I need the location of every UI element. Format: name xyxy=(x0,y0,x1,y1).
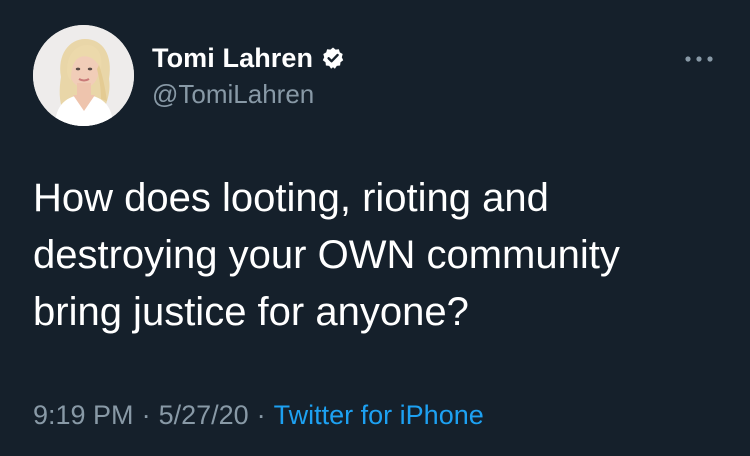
avatar[interactable] xyxy=(33,25,134,126)
meta-separator: · xyxy=(141,400,151,430)
more-options-icon[interactable] xyxy=(681,47,717,71)
tweet-time[interactable]: 9:19 PM xyxy=(33,400,134,430)
tweet-meta: 9:19 PM · 5/27/20 · Twitter for iPhone xyxy=(33,400,484,431)
tweet-source-link[interactable]: Twitter for iPhone xyxy=(274,400,484,430)
avatar-image xyxy=(33,25,134,126)
tweet-text-line: bring justice for anyone? xyxy=(33,290,469,334)
tweet-text: How does looting, rioting and destroying… xyxy=(33,170,723,341)
tweet-text-line: How does looting, rioting and xyxy=(33,176,549,220)
tweet-date[interactable]: 5/27/20 xyxy=(159,400,249,430)
tweet-card: Tomi Lahren @TomiLahren How does looting… xyxy=(0,0,750,456)
author-display-name[interactable]: Tomi Lahren xyxy=(152,43,313,74)
author-name-row: Tomi Lahren xyxy=(152,41,345,75)
tweet-text-line: destroying your OWN community xyxy=(33,233,620,277)
verified-badge-icon xyxy=(322,47,344,69)
meta-separator: · xyxy=(256,400,266,430)
author-handle[interactable]: @TomiLahren xyxy=(152,79,314,110)
